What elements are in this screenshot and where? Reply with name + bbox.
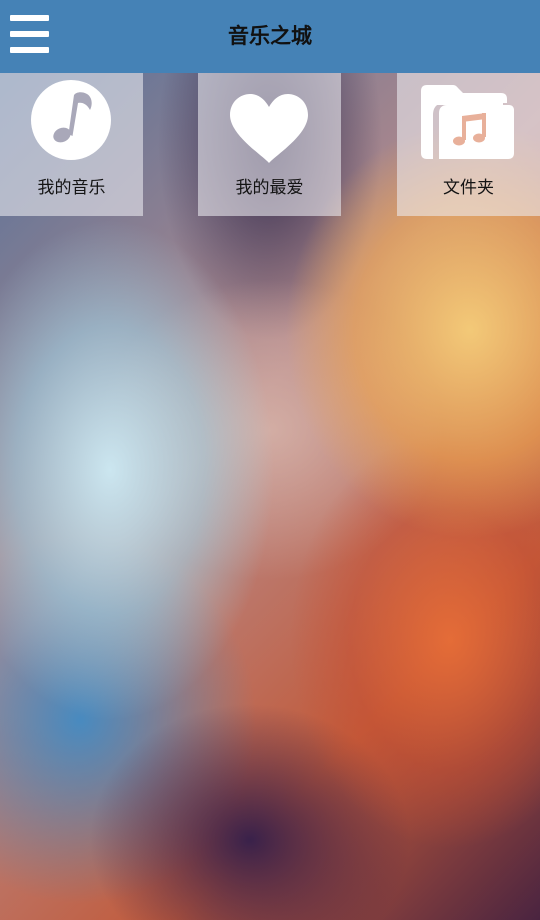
music-folder-icon [421,85,514,159]
tile-favorites-label: 我的最爱 [235,178,304,198]
tile-folder[interactable]: 文件夹 [397,73,540,216]
tile-my-music[interactable]: 我的音乐 [0,73,143,216]
tile-my-music-label: 我的音乐 [37,178,106,198]
music-note-icon [31,80,111,160]
app-title: 音乐之城 [228,24,312,48]
tile-folder-label: 文件夹 [443,178,494,198]
heart-icon [230,94,308,163]
top-app-bar: 音乐之城 [0,0,540,73]
tile-favorites[interactable]: 我的最爱 [198,73,341,216]
